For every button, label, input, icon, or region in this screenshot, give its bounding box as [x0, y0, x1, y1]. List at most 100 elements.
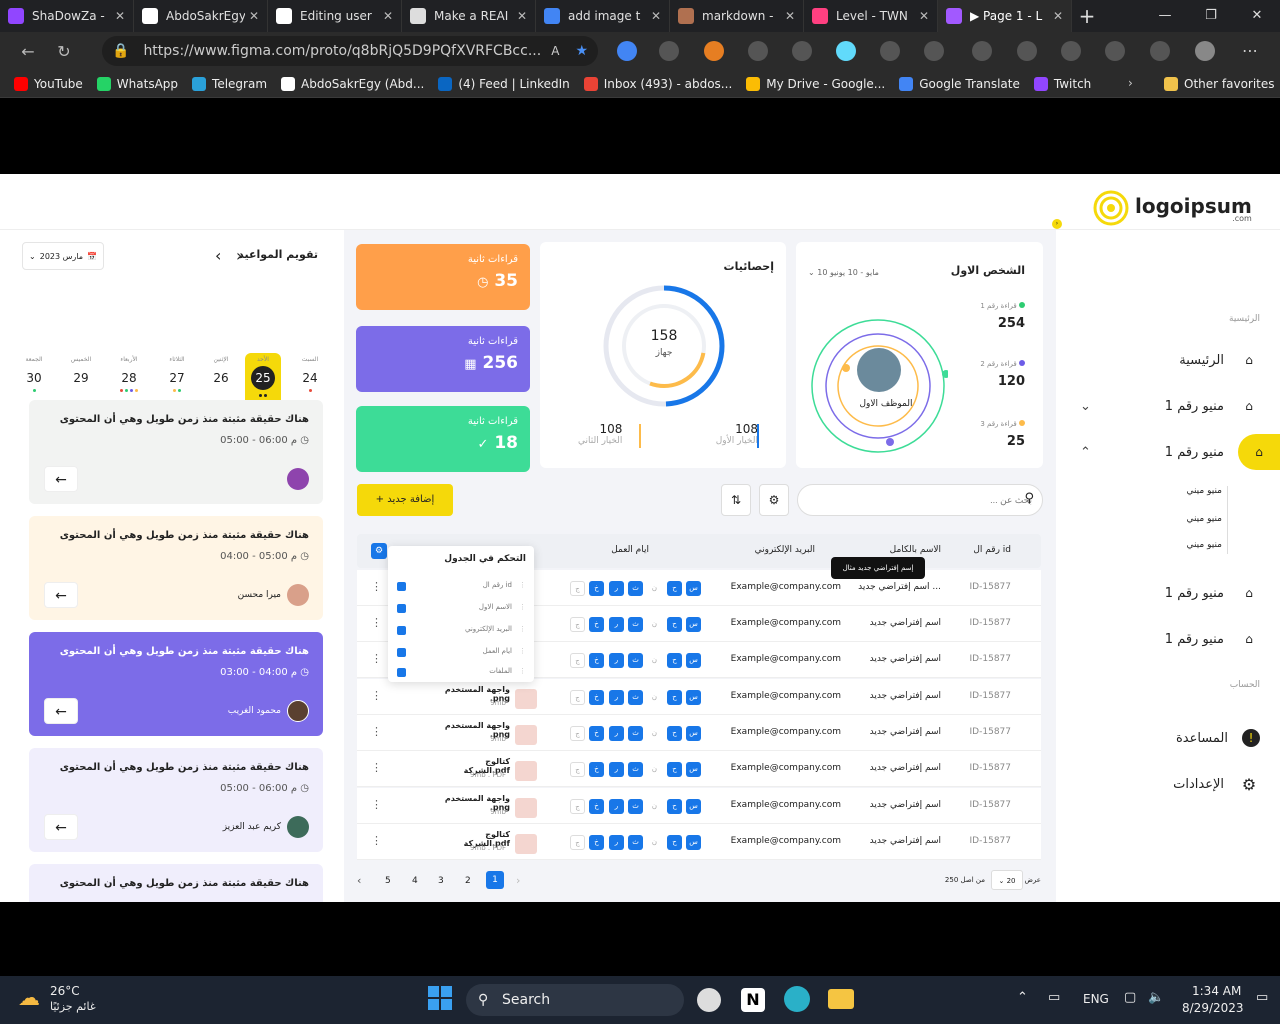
extension-icon[interactable] — [792, 41, 812, 61]
notion-icon[interactable]: N — [741, 988, 765, 1012]
more-vertical-icon[interactable]: ⋮ — [371, 616, 382, 629]
file-thumbnail[interactable] — [515, 761, 537, 781]
sort-button[interactable]: ⇅ — [721, 484, 751, 516]
browser-tab[interactable]: ShaDowZa - ✕ — [0, 0, 134, 32]
minimize-icon[interactable]: — — [1142, 0, 1188, 32]
browser-tab[interactable]: Editing user ✕ — [268, 0, 402, 32]
calendar-day[interactable]: الأربعاء 28 — [114, 356, 144, 393]
more-vertical-icon[interactable]: ⋮ — [371, 798, 382, 811]
download-icon[interactable] — [1105, 41, 1125, 61]
more-vertical-icon[interactable]: ⋮ — [371, 725, 382, 738]
taskbar-search[interactable]: ⚲ Search — [466, 984, 684, 1016]
table-row[interactable]: ID-15877 اسم إفتراضي جديد Example@company.… — [357, 715, 1041, 751]
appointment-card[interactable]: هناك حقيقة مثبتة منذ زمن طويل وهي أن الم… — [29, 748, 323, 852]
volume-icon[interactable]: 🔈 — [1148, 990, 1164, 1005]
bookmark-youtube[interactable]: YouTube — [14, 76, 83, 91]
calendar-day[interactable]: الخميس 29 — [66, 356, 96, 393]
more-vertical-icon[interactable]: ⋮ — [371, 580, 382, 593]
sidebar-item-menu[interactable]: ⌄ منيو رقم 1 ⌂ — [1080, 388, 1260, 424]
table-row[interactable]: ID-15877 اسم إفتراضي جديد Example@company.… — [357, 679, 1041, 715]
bookmark-translate[interactable]: Google Translate — [899, 76, 1020, 91]
submenu-item[interactable]: منيو ميني — [1186, 540, 1222, 550]
windows-start-icon[interactable] — [428, 986, 452, 1010]
page-button-active[interactable]: 1 — [486, 871, 504, 889]
close-icon[interactable]: ✕ — [383, 9, 393, 23]
checkbox-checked[interactable] — [397, 626, 406, 635]
file-thumbnail[interactable] — [515, 834, 537, 854]
checkbox-checked[interactable] — [397, 582, 406, 591]
drag-handle-icon[interactable]: ⋮ — [519, 603, 526, 611]
bookmark-telegram[interactable]: Telegram — [192, 76, 267, 91]
extension-icon[interactable] — [704, 41, 724, 61]
extension-icon[interactable] — [659, 41, 679, 61]
weather-icon[interactable]: ☁ — [18, 986, 40, 1011]
chevron-up-icon[interactable]: ⌃ — [1017, 990, 1028, 1005]
browser-tab[interactable]: add image t ✕ — [536, 0, 670, 32]
appointment-card[interactable]: هناك حقيقة مثبتة منذ زمن طويل وهي أن الم… — [29, 516, 323, 620]
more-vertical-icon[interactable]: ⋮ — [371, 834, 382, 847]
submenu-item[interactable]: منيو ميني — [1186, 514, 1222, 524]
sidebar-item-help[interactable]: المساعدة! — [1080, 720, 1260, 756]
menu-option[interactable]: رقم ال id ⋮ — [388, 576, 534, 596]
display-icon[interactable]: ▭ — [1048, 990, 1060, 1005]
submenu-item[interactable]: منيو ميني — [1186, 486, 1222, 496]
sidebar-item-menu[interactable]: منيو رقم 1 ⌂ — [1080, 621, 1260, 657]
close-icon[interactable]: ✕ — [785, 9, 795, 23]
sidebar-item-settings[interactable]: الإعدادات ⚙ — [1080, 766, 1260, 802]
translate-extension-icon[interactable] — [617, 41, 637, 61]
table-row[interactable]: ID-15877 اسم إفتراضي جديد Example@company.… — [357, 751, 1041, 787]
col-header-email[interactable]: البريد الإلكتروني — [755, 545, 815, 555]
page-button[interactable]: 3 — [438, 876, 444, 886]
url-field[interactable]: 🔒 https://www.figma.com/proto/q8bRjQ5D9P… — [102, 36, 598, 66]
page-button[interactable]: 2 — [465, 876, 471, 886]
browser-tab[interactable]: AbdoSakrEgy ✕ — [134, 0, 268, 32]
chevron-right-icon[interactable]: › — [1128, 76, 1133, 90]
file-thumbnail[interactable] — [515, 689, 537, 709]
drag-handle-icon[interactable]: ⋮ — [519, 625, 526, 633]
close-icon[interactable]: ✕ — [1053, 9, 1063, 23]
extension-icon[interactable] — [748, 41, 768, 61]
clock-time[interactable]: 1:34 AM — [1192, 984, 1241, 998]
page-button[interactable]: 4 — [412, 876, 418, 886]
history-icon[interactable] — [1061, 41, 1081, 61]
react-extension-icon[interactable] — [836, 41, 856, 61]
favorite-star-icon[interactable]: ★ — [575, 43, 588, 59]
calendar-day[interactable]: الجمعة 30 — [19, 356, 49, 393]
calendar-day[interactable]: الثلاثاء 27 — [162, 356, 192, 393]
notification-icon[interactable]: ▭ — [1256, 990, 1268, 1005]
chevron-left-icon[interactable]: ‹ — [215, 246, 221, 265]
page-size-select[interactable]: ⌄ 20 — [991, 870, 1023, 890]
menu-option[interactable]: ايام العمل ⋮ — [388, 642, 534, 662]
collapse-sidebar-toggle[interactable]: › — [1052, 219, 1062, 229]
calendar-day[interactable]: الإثنين 26 — [206, 356, 236, 393]
table-row[interactable]: ID-15877 اسم إفتراضي جديد Example@company.… — [357, 824, 1041, 860]
sidebar-item-home[interactable]: الرئيسية ⌂ — [1080, 342, 1260, 378]
favorites-icon[interactable] — [1017, 41, 1037, 61]
filter-button[interactable]: ⚙ — [759, 484, 789, 516]
appointment-card[interactable]: هناك حقيقة مثبتة منذ زمن طويل وهي أن الم… — [29, 864, 323, 902]
add-new-button[interactable]: + إضافة جديد — [357, 484, 453, 516]
calendar-day[interactable]: السبت 24 — [295, 356, 325, 393]
read-aloud-icon[interactable]: A — [551, 44, 559, 58]
col-header-workdays[interactable]: ايام العمل — [611, 545, 649, 555]
col-header-name[interactable]: الاسم بالكامل — [890, 545, 941, 555]
close-icon[interactable]: ✕ — [651, 9, 661, 23]
split-screen-icon[interactable] — [972, 41, 992, 61]
date-range-select[interactable]: ⌄ 10 مايو - 10 يونيو — [808, 268, 879, 277]
extension-icon[interactable] — [880, 41, 900, 61]
table-settings-icon[interactable]: ⚙ — [371, 543, 387, 559]
back-icon[interactable]: ← — [10, 42, 46, 61]
drag-handle-icon[interactable]: ⋮ — [519, 581, 526, 589]
search-input[interactable] — [822, 485, 1032, 515]
calendar-day-selected[interactable]: الأحد 25 — [248, 356, 278, 398]
browser-essentials-icon[interactable] — [1150, 41, 1170, 61]
browser-tab[interactable]: markdown - ✕ — [670, 0, 804, 32]
bookmark-twitch[interactable]: Twitch — [1033, 76, 1091, 91]
refresh-icon[interactable]: ↻ — [46, 42, 82, 61]
more-vertical-icon[interactable]: ⋮ — [371, 689, 382, 702]
language-indicator[interactable]: ENG — [1083, 992, 1109, 1006]
maximize-icon[interactable]: ❐ — [1188, 0, 1234, 32]
new-tab-button[interactable]: + — [1072, 0, 1102, 32]
drag-handle-icon[interactable]: ⋮ — [519, 647, 526, 655]
sidebar-item-menu[interactable]: منيو رقم 1 ⌂ — [1080, 575, 1260, 611]
